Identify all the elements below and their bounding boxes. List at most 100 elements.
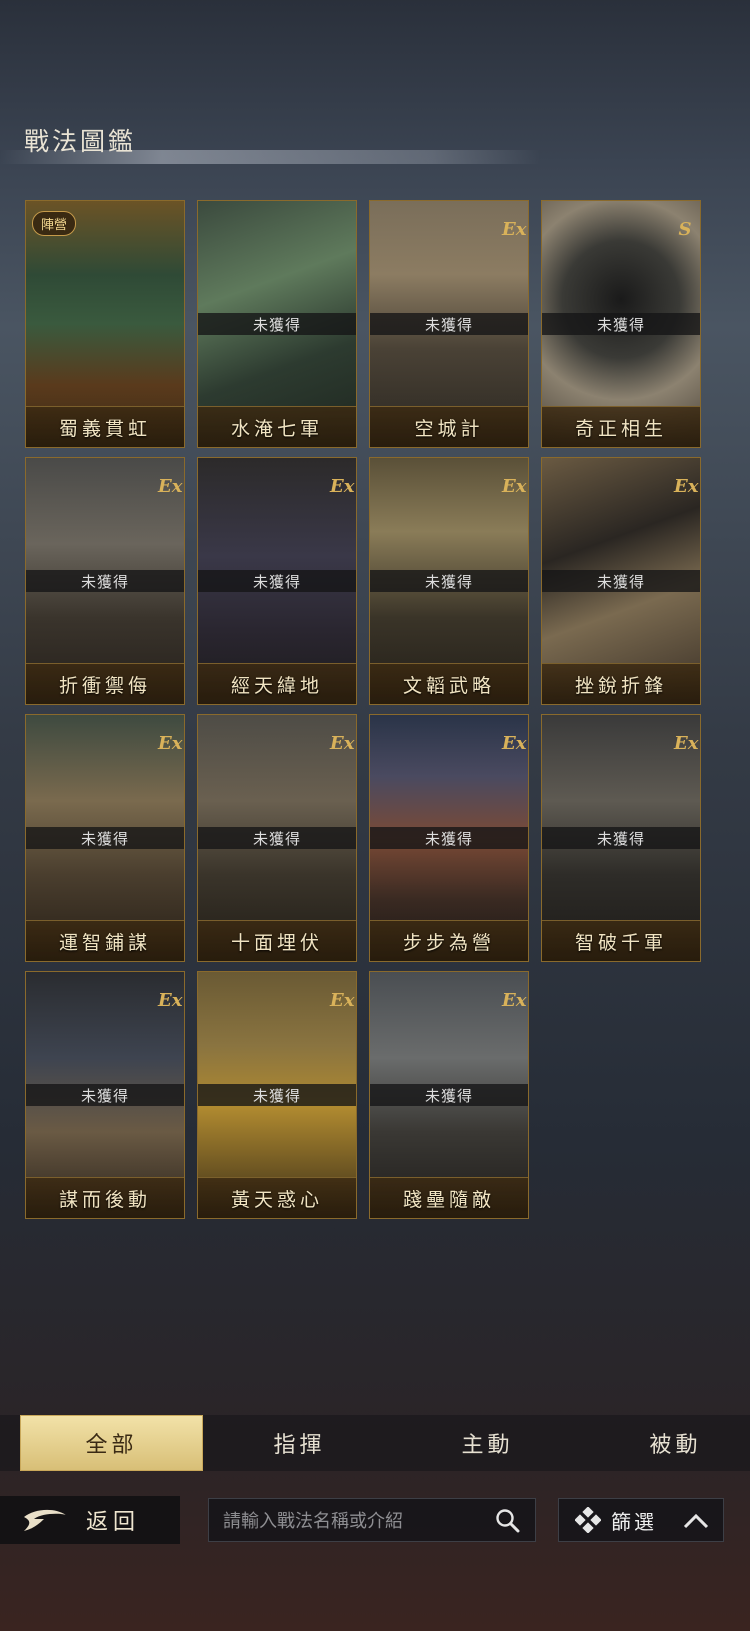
s-badge-icon: S	[678, 219, 692, 240]
tactic-card-label-bar: 智破千軍	[542, 920, 700, 961]
filter-button[interactable]: 篩選	[558, 1498, 724, 1542]
locked-band: 未獲得	[542, 827, 700, 849]
tactic-card[interactable]: 陣營蜀義貫虹	[25, 200, 185, 448]
locked-band: 未獲得	[198, 1084, 356, 1106]
category-tabs: 全部 指揮 主動 被動	[0, 1415, 750, 1471]
tab-active[interactable]: 主動	[396, 1415, 579, 1471]
tactic-name: 奇正相生	[574, 417, 667, 440]
locked-band: 未獲得	[370, 827, 528, 849]
tactic-card-label-bar: 踐壘隨敵	[370, 1177, 528, 1218]
tactic-card-label-bar: 步步為營	[370, 920, 528, 961]
tab-all[interactable]: 全部	[20, 1415, 203, 1471]
back-label: 返回	[86, 1510, 141, 1535]
tactic-card[interactable]: Ex 未獲得空城計	[369, 200, 529, 448]
tactic-name: 十面埋伏	[230, 931, 323, 954]
ex-badge-icon: Ex	[502, 733, 527, 754]
tab-passive[interactable]: 被動	[584, 1415, 750, 1471]
tactic-name: 謀而後動	[58, 1188, 151, 1211]
locked-band: 未獲得	[26, 1084, 184, 1106]
tactic-card[interactable]: Ex 未獲得挫銳折鋒	[541, 457, 701, 705]
tactic-card[interactable]: Ex 未獲得步步為營	[369, 714, 529, 962]
tactic-card[interactable]: Ex 未獲得踐壘隨敵	[369, 971, 529, 1219]
ex-badge-icon: Ex	[674, 476, 699, 497]
ex-badge-icon: Ex	[502, 476, 527, 497]
tactic-card[interactable]: Ex 未獲得文韜武略	[369, 457, 529, 705]
tactic-name: 踐壘隨敵	[402, 1188, 495, 1211]
tactic-card[interactable]: Ex 未獲得智破千軍	[541, 714, 701, 962]
locked-label: 未獲得	[424, 1086, 473, 1105]
locked-band: 未獲得	[370, 313, 528, 335]
locked-label: 未獲得	[252, 1086, 301, 1105]
ex-badge-icon: Ex	[158, 733, 183, 754]
locked-band: 未獲得	[26, 827, 184, 849]
ex-badge-icon: Ex	[158, 990, 183, 1011]
tactic-card-label-bar: 經天緯地	[198, 663, 356, 704]
tactic-card[interactable]: Ex 未獲得黃天惑心	[197, 971, 357, 1219]
search-input[interactable]	[221, 1499, 485, 1543]
tactic-card-label-bar: 挫銳折鋒	[542, 663, 700, 704]
locked-band: 未獲得	[26, 570, 184, 592]
locked-label: 未獲得	[80, 572, 129, 591]
locked-band: 未獲得	[542, 570, 700, 592]
ex-badge-icon: Ex	[330, 990, 355, 1011]
tactic-card-label-bar: 謀而後動	[26, 1177, 184, 1218]
ex-badge-icon: Ex	[158, 476, 183, 497]
chevron-up-icon[interactable]	[683, 1512, 709, 1530]
tactic-card[interactable]: Ex 未獲得十面埋伏	[197, 714, 357, 962]
back-arrow-icon	[24, 1509, 66, 1531]
bottom-bar: 返回 篩選	[0, 1496, 750, 1544]
locked-label: 未獲得	[596, 829, 645, 848]
search-field[interactable]	[208, 1498, 536, 1543]
locked-label: 未獲得	[252, 315, 301, 334]
locked-label: 未獲得	[596, 572, 645, 591]
tactic-name: 挫銳折鋒	[574, 674, 667, 697]
locked-label: 未獲得	[80, 829, 129, 848]
ex-badge-icon: Ex	[502, 219, 527, 240]
tactic-card-label-bar: 折衝禦侮	[26, 663, 184, 704]
locked-band: 未獲得	[542, 313, 700, 335]
tactic-name: 步步為營	[402, 931, 495, 954]
tactic-card-label-bar: 空城計	[370, 406, 528, 447]
tactic-card-label-bar: 奇正相生	[542, 406, 700, 447]
faction-badge: 陣營	[32, 211, 77, 236]
tactic-card-label-bar: 運智鋪謀	[26, 920, 184, 961]
tactic-name: 文韜武略	[402, 674, 495, 697]
ex-badge-icon: Ex	[330, 733, 355, 754]
locked-label: 未獲得	[252, 572, 301, 591]
locked-band: 未獲得	[198, 570, 356, 592]
tactic-card[interactable]: Ex 未獲得運智鋪謀	[25, 714, 185, 962]
tactic-name: 水淹七軍	[230, 417, 323, 440]
locked-label: 未獲得	[80, 1086, 129, 1105]
tactic-name: 黃天惑心	[230, 1188, 323, 1211]
ex-badge-icon: Ex	[674, 733, 699, 754]
back-button[interactable]: 返回	[0, 1496, 180, 1544]
tactic-card-label-bar: 蜀義貫虹	[26, 406, 184, 447]
ex-badge-icon: Ex	[330, 476, 355, 497]
tactic-name: 折衝禦侮	[58, 674, 151, 697]
tactic-card[interactable]: Ex 未獲得經天緯地	[197, 457, 357, 705]
tactic-card[interactable]: Ex 未獲得折衝禦侮	[25, 457, 185, 705]
locked-label: 未獲得	[252, 829, 301, 848]
page-title: 戰法圖鑑	[24, 127, 137, 156]
locked-label: 未獲得	[424, 315, 473, 334]
filter-icon	[575, 1507, 601, 1533]
locked-label: 未獲得	[424, 829, 473, 848]
tactic-name: 經天緯地	[230, 674, 323, 697]
locked-label: 未獲得	[424, 572, 473, 591]
locked-band: 未獲得	[198, 827, 356, 849]
tactic-card-label-bar: 文韜武略	[370, 663, 528, 704]
search-icon[interactable]	[495, 1508, 521, 1534]
tactic-name: 空城計	[414, 417, 484, 440]
tactic-name: 蜀義貫虹	[58, 417, 151, 440]
tactic-name: 運智鋪謀	[58, 931, 151, 954]
locked-band: 未獲得	[198, 313, 356, 335]
tactic-name: 智破千軍	[574, 931, 667, 954]
tab-command[interactable]: 指揮	[208, 1415, 391, 1471]
locked-band: 未獲得	[370, 570, 528, 592]
tactic-card[interactable]: S 未獲得奇正相生	[541, 200, 701, 448]
locked-band: 未獲得	[370, 1084, 528, 1106]
tactic-card[interactable]: 未獲得 水淹七軍	[197, 200, 357, 448]
tactic-card-label-bar: 黃天惑心	[198, 1177, 356, 1218]
ex-badge-icon: Ex	[502, 990, 527, 1011]
tactic-card[interactable]: Ex 未獲得謀而後動	[25, 971, 185, 1219]
